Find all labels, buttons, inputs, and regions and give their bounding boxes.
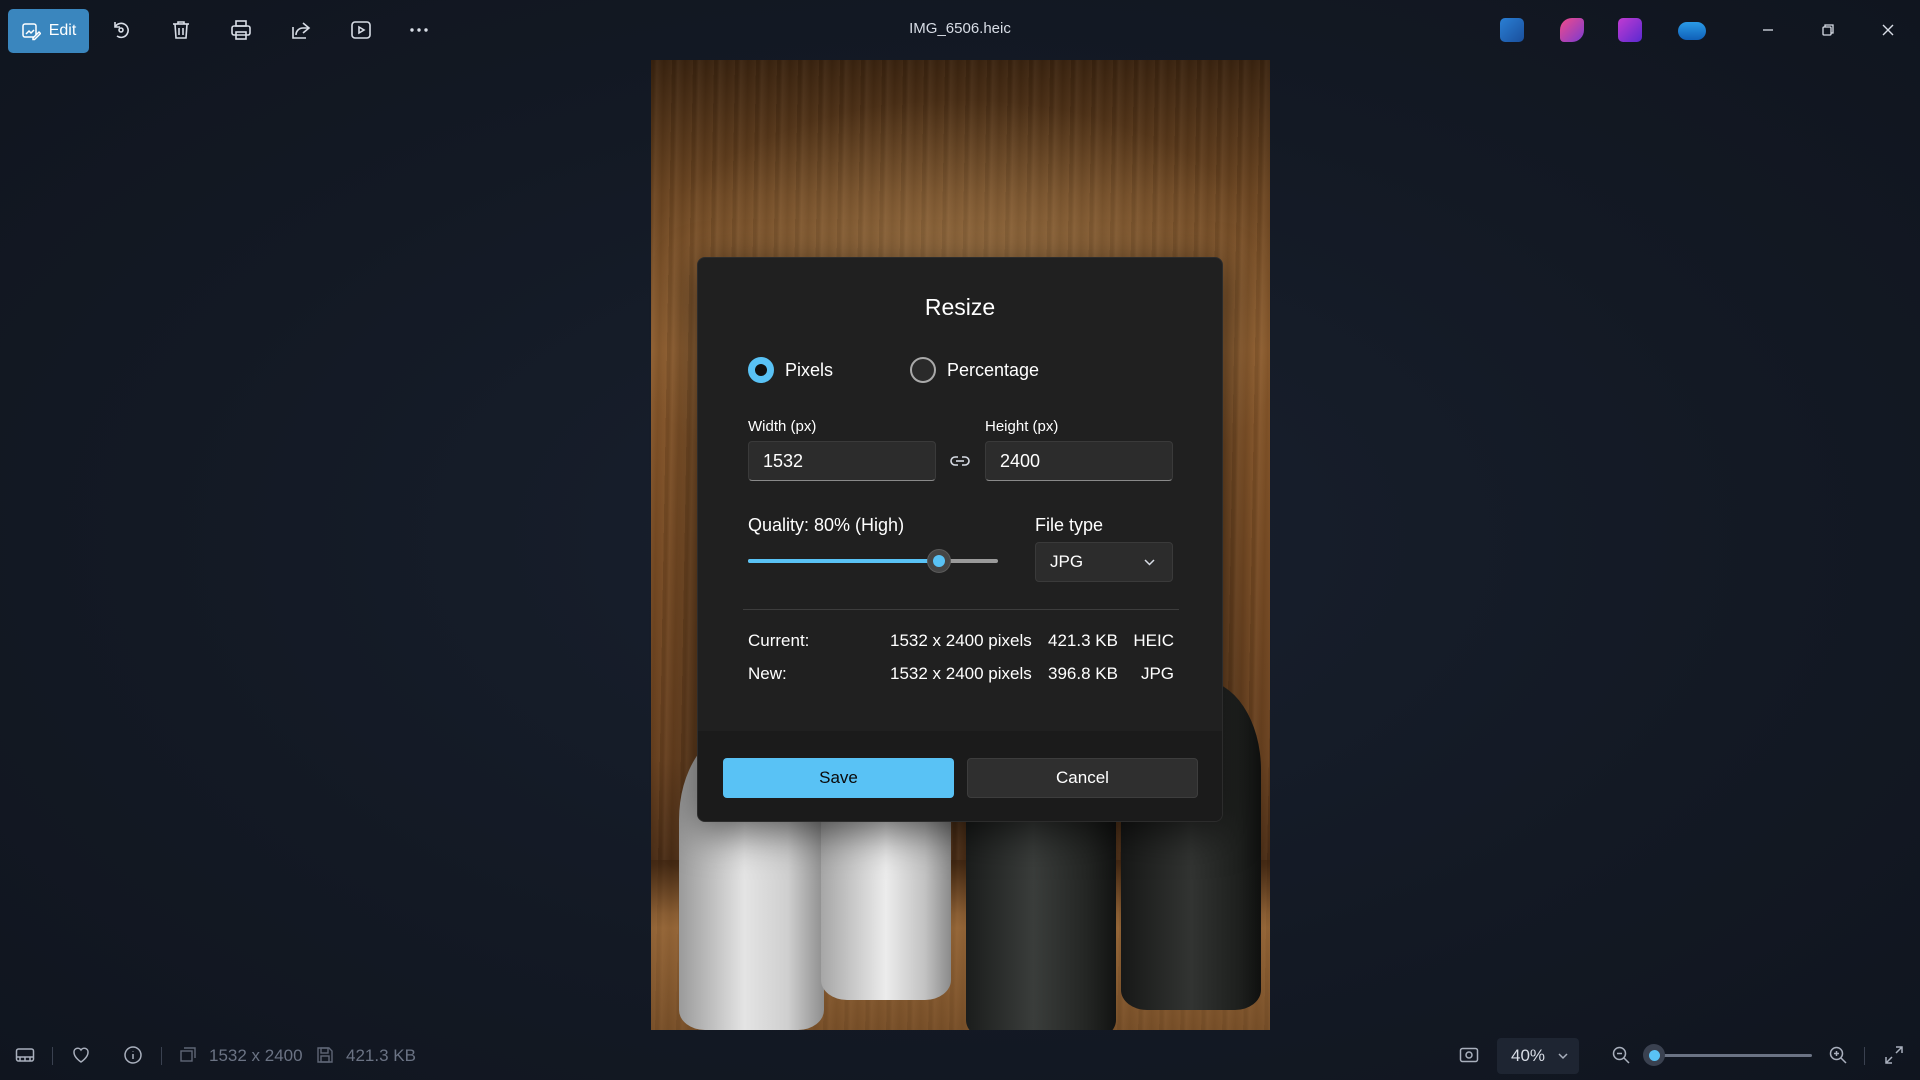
new-type: JPG: [1140, 664, 1174, 683]
onedrive-icon[interactable]: [1678, 22, 1706, 40]
height-input[interactable]: 2400: [985, 441, 1173, 481]
current-info-row: Current: 1532 x 2400 pixels 421.3 KB HEI…: [748, 631, 1174, 655]
image-dimensions: 1532 x 2400: [209, 1046, 303, 1065]
dimensions-icon-wrap: [177, 1044, 199, 1066]
current-size: 421.3 KB: [1048, 631, 1118, 650]
width-label: Width (px): [748, 418, 817, 435]
zoom-level-value: 40%: [1511, 1046, 1546, 1065]
heart-icon: [73, 1047, 89, 1063]
designer-app-icon[interactable]: [1500, 18, 1524, 42]
radio-percentage[interactable]: Percentage: [910, 357, 1039, 383]
new-info-row: New: 1532 x 2400 pixels 396.8 KB JPG: [748, 664, 1174, 688]
radio-button-selected[interactable]: [748, 357, 774, 383]
dialog-title: Resize: [924, 294, 996, 320]
new-dimensions: 1532 x 2400 pixels: [890, 664, 1032, 683]
divider: [743, 609, 1179, 610]
new-size: 396.8 KB: [1048, 664, 1118, 683]
title-bar: Edit IMG_6506.heic: [0, 0, 1920, 60]
quality-slider[interactable]: [748, 549, 998, 573]
quality-slider-thumb[interactable]: [927, 549, 952, 573]
zoom-in-button[interactable]: [1827, 1044, 1849, 1066]
current-label: Current:: [748, 631, 810, 650]
new-label: New:: [748, 664, 787, 683]
dialog-footer: Save Cancel: [698, 731, 1222, 821]
photos-app-window: Edit IMG_6506.heic Resize Pixels Percent…: [0, 0, 1920, 1080]
zoom-slider-track: [1648, 1054, 1812, 1057]
minimize-icon: [1763, 29, 1773, 31]
separator: [161, 1047, 162, 1065]
filmstrip-button[interactable]: [14, 1044, 36, 1066]
current-type: HEIC: [1133, 631, 1174, 650]
filmstrip-icon: [15, 1048, 35, 1062]
height-label: Height (px): [985, 418, 1059, 435]
radio-pixels[interactable]: Pixels: [748, 357, 833, 383]
quality-label: Quality: 80% (High): [748, 515, 905, 535]
zoom-out-icon: [1612, 1046, 1630, 1064]
separator: [52, 1047, 53, 1065]
fullscreen-button[interactable]: [1883, 1044, 1905, 1066]
zoom-level-dropdown[interactable]: 40%: [1497, 1038, 1579, 1074]
zoom-slider[interactable]: [1643, 1044, 1812, 1066]
restore-button[interactable]: [1803, 10, 1853, 50]
filetype-dropdown[interactable]: JPG: [1035, 542, 1173, 582]
status-bar: 1532 x 2400 421.3 KB 40%: [0, 1030, 1920, 1080]
filetype-selected-value: JPG: [1050, 552, 1084, 571]
expand-icon: [1885, 1046, 1903, 1064]
clipchamp-app-icon[interactable]: [1560, 18, 1584, 42]
favorite-button[interactable]: [70, 1044, 92, 1066]
radio-pixels-label: Pixels: [785, 359, 834, 380]
chevron-down-icon: [1144, 559, 1155, 566]
file-size: 421.3 KB: [346, 1046, 416, 1065]
file-info-button[interactable]: [122, 1044, 144, 1066]
info-icon: [124, 1046, 142, 1064]
fit-to-window-button[interactable]: [1458, 1044, 1480, 1066]
quality-slider-fill: [748, 559, 940, 563]
close-icon: [1882, 24, 1894, 36]
radio-button-unselected[interactable]: [910, 357, 936, 383]
current-dimensions: 1532 x 2400 pixels: [890, 631, 1032, 650]
minimize-button[interactable]: [1743, 10, 1793, 50]
separator: [1864, 1047, 1865, 1065]
zoom-out-button[interactable]: [1610, 1044, 1632, 1066]
restore-icon: [1822, 24, 1834, 36]
radio-percentage-label: Percentage: [947, 359, 1040, 380]
width-input[interactable]: 1532: [748, 441, 936, 481]
resize-dialog: Resize Pixels Percentage Width (px) 1532…: [697, 257, 1223, 822]
video-editor-app-icon[interactable]: [1618, 18, 1642, 42]
zoom-in-icon: [1829, 1046, 1847, 1064]
save-button[interactable]: Save: [723, 758, 954, 798]
cancel-button[interactable]: Cancel: [967, 758, 1198, 798]
chevron-down-icon: [1558, 1053, 1568, 1060]
save-disk-icon: [317, 1047, 333, 1063]
filetype-label: File type: [1035, 515, 1104, 535]
zoom-slider-thumb[interactable]: [1643, 1044, 1666, 1066]
dimensions-icon: [180, 1047, 196, 1062]
link-aspect-ratio-icon[interactable]: [949, 450, 971, 472]
file-size-icon-wrap: [314, 1044, 336, 1066]
close-window-button[interactable]: [1863, 10, 1913, 50]
fit-to-window-icon: [1459, 1047, 1479, 1063]
